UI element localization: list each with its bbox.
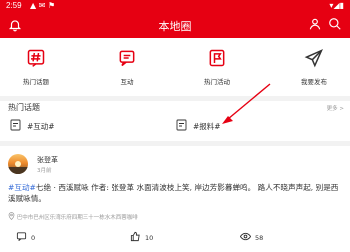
quick-actions: 热门话题 互动 热门活动 我要发布 (0, 44, 350, 96)
quick-action-label: 热门活动 (204, 78, 230, 86)
location-pin-icon (8, 212, 15, 220)
topic-label: #互动# (27, 122, 55, 131)
hot-topics-more-link[interactable]: 更多 > (327, 104, 344, 112)
quick-action-interact[interactable]: 互动 (97, 44, 157, 86)
app-header: 本地圈 (0, 12, 350, 38)
post-time: 3月前 (37, 168, 52, 174)
quick-action-hot-topics[interactable]: 热门话题 (6, 44, 66, 86)
thumbs-up-icon (130, 231, 140, 242)
chat-icon (119, 50, 135, 67)
post-author[interactable]: 张登革 (37, 155, 58, 165)
post-tag[interactable]: #互动# (8, 183, 36, 192)
post-text: 七绝 · 西溪赋咏 作者: 张登革 水面清波枝上笑, 岸边芳影暮蝉鸣。 路人不晓… (8, 183, 339, 203)
quick-action-label: 我要发布 (301, 78, 327, 86)
status-time: 2:59 (6, 1, 22, 10)
quick-action-label: 热门话题 (23, 78, 49, 86)
eye-icon (239, 232, 252, 241)
topic-label: #报料# (193, 122, 221, 131)
flag-icon (209, 49, 225, 67)
search-icon[interactable] (328, 17, 342, 31)
section-divider (0, 141, 350, 146)
quick-action-label: 互动 (120, 78, 134, 86)
topic-doc-icon (176, 119, 187, 131)
comment-icon (16, 232, 27, 241)
quick-action-publish[interactable]: 我要发布 (284, 44, 344, 86)
view-count: 58 (255, 234, 264, 242)
sunset-image (8, 161, 28, 174)
post-location: 巴中市巴州区乐湾乐府四期三十一栋水木西蓉咖啡 (8, 212, 138, 221)
signal-battery-icons: ▾◢▮ (329, 1, 344, 10)
avatar[interactable] (8, 154, 28, 174)
send-icon (304, 49, 323, 68)
like-button[interactable]: 10 (130, 231, 153, 242)
user-icon[interactable] (308, 17, 322, 31)
comment-button[interactable]: 0 (16, 231, 35, 242)
like-count: 10 (145, 234, 154, 242)
notification-icons: ▲ ✉ ⚑ (30, 1, 56, 10)
location-text: 巴中市巴州区乐湾乐府四期三十一栋水木西蓉咖啡 (16, 215, 138, 221)
status-bar: 2:59 ▲ ✉ ⚑ ▾◢▮ (0, 0, 350, 12)
hashtag-icon (27, 49, 45, 67)
quick-action-hot-events[interactable]: 热门活动 (187, 44, 247, 86)
view-count-button: 58 (239, 231, 264, 242)
topic-doc-icon (10, 119, 21, 131)
post-content[interactable]: #互动#七绝 · 西溪赋咏 作者: 张登革 水面清波枝上笑, 岸边芳影暮蝉鸣。 … (8, 182, 344, 204)
page-title: 本地圈 (158, 21, 192, 33)
post-actions: 0 10 58 (0, 229, 350, 245)
comment-count: 0 (31, 234, 36, 242)
hot-topics-title: 热门话题 (8, 103, 40, 112)
section-divider (0, 96, 350, 101)
